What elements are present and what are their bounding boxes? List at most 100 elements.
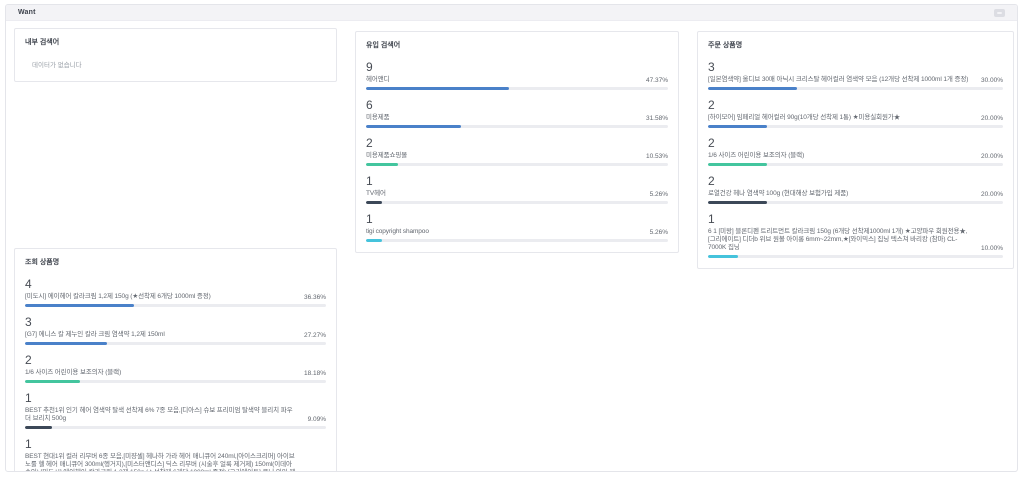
metric-percent: 10.00%	[980, 245, 1003, 252]
metric-percent: 18.18%	[303, 370, 326, 377]
metric-bar-track	[708, 163, 1003, 166]
metric-bar-fill	[708, 87, 797, 90]
metric-row: 2 로열건강 헤나 염색약 100g (현대해상 보험가입 제품) 20.00%	[708, 175, 1003, 204]
metric-count: 1	[25, 391, 32, 405]
metric-count: 1	[708, 212, 715, 226]
metric-row: 4 [미도시] 에이헤어 칼라크림 1,2제 150g (★선착제 6개당 10…	[25, 278, 326, 307]
metric-label: 6 1 [미왕] 블론디펜 트리트먼트 칼라크림 150g (6개당 선착제10…	[708, 228, 968, 251]
metric-percent: 20.00%	[980, 153, 1003, 160]
metric-count: 2	[708, 174, 715, 188]
metric-row: 2 1/6 사이즈 어린이용 보조의자 (블랙) 20.00%	[708, 137, 1003, 166]
metric-percent: 5.26%	[649, 191, 668, 198]
metric-row: 1 TV헤어 5.26%	[366, 175, 668, 204]
metric-percent: 30.00%	[980, 77, 1003, 84]
metric-count: 3	[708, 60, 715, 74]
metric-count: 1	[25, 437, 32, 451]
panel-title: 주문 상품명	[708, 42, 743, 49]
metric-percent: 36.36%	[303, 294, 326, 301]
metric-bar-track	[366, 163, 668, 166]
metric-percent: 10.53%	[645, 153, 668, 160]
metric-percent: 47.37%	[645, 77, 668, 84]
metric-label-row: 미용제품 31.58%	[366, 114, 668, 122]
metric-bar-fill	[25, 380, 80, 383]
metric-label-row: tigi copyright shampoo 5.26%	[366, 228, 668, 236]
metric-label-row: 로열건강 헤나 염색약 100g (현대해상 보험가입 제품) 20.00%	[708, 190, 1003, 198]
metric-list: 9 헤어앤디 47.37% 6 미용제품 31.58% 2 미용제품쇼핑몰 10…	[366, 61, 668, 242]
metric-bar-track	[708, 87, 1003, 90]
metric-label: TV헤어	[366, 190, 386, 197]
metric-label-row: 1/6 사이즈 어린이용 보조의자 (블랙) 18.18%	[25, 369, 326, 377]
metric-label-row: 1/6 사이즈 어린이용 보조의자 (블랙) 20.00%	[708, 152, 1003, 160]
metric-bar-fill	[25, 426, 53, 429]
metric-label: 1/6 사이즈 어린이용 보조의자 (블랙)	[708, 152, 805, 159]
metric-row: 9 헤어앤디 47.37%	[366, 61, 668, 90]
empty-data-message: 데이터가 없습니다	[32, 62, 82, 69]
metric-label: 헤어앤디	[366, 76, 390, 83]
metric-label: 1/6 사이즈 어린이용 보조의자 (블랙)	[25, 369, 122, 376]
metric-row: 3 [G7] 에니스 칼 제누인 칼라 크림 염색약 1,2제 150ml 27…	[25, 316, 326, 345]
metric-label: [일본염색약] 올디브 30매 아닉시 크리스탈 헤어컬러 염색약 모음 (12…	[708, 76, 969, 83]
metric-row: 6 미용제품 31.58%	[366, 99, 668, 128]
metric-bar-track	[366, 239, 668, 242]
collapse-icon[interactable]	[994, 8, 1005, 17]
metric-bar-fill	[366, 201, 382, 204]
metric-count: 6	[366, 98, 373, 112]
metric-bar-fill	[25, 304, 135, 307]
metric-count: 2	[708, 136, 715, 150]
metric-label: 로열건강 헤나 염색약 100g (현대해상 보험가입 제품)	[708, 190, 849, 197]
panel-internal-search: 내부 검색어 데이터가 없습니다	[14, 28, 337, 82]
metric-row: 2 1/6 사이즈 어린이용 보조의자 (블랙) 18.18%	[25, 354, 326, 383]
metric-percent: 5.26%	[649, 229, 668, 236]
metric-bar-track	[25, 342, 326, 345]
metric-count: 3	[25, 315, 32, 329]
metric-bar-fill	[366, 239, 382, 242]
metric-label: BEST 추천1위 인기 헤어 염색약 탈색 선착제 6% 7종 모음,[디아스…	[25, 407, 293, 422]
header-bar: Want	[6, 5, 1017, 21]
metric-bar-fill	[366, 87, 510, 90]
metric-label: BEST 현대1위 컬러 리무버 6종 모음,[미쟝셀] 헤나하 가라 헤어 매…	[25, 453, 295, 471]
metric-label: [미도시] 에이헤어 칼라크림 1,2제 150g (★선착제 6개당 1000…	[25, 293, 211, 300]
metric-label: 미용제품쇼핑몰	[366, 152, 408, 159]
metric-bar-track	[366, 125, 668, 128]
metric-label-row: 헤어앤디 47.37%	[366, 76, 668, 84]
metric-list: 3 [일본염색약] 올디브 30매 아닉시 크리스탈 헤어컬러 염색약 모음 (…	[708, 61, 1003, 258]
metric-percent: 31.58%	[645, 115, 668, 122]
metric-percent: 9.09%	[307, 416, 326, 423]
metric-bar-track	[708, 125, 1003, 128]
metric-bar-fill	[708, 125, 767, 128]
panel-title: 내부 검색어	[25, 39, 60, 46]
metric-bar-fill	[366, 125, 462, 128]
metric-bar-track	[708, 201, 1003, 204]
metric-percent: 20.00%	[980, 115, 1003, 122]
metric-label-row: 미용제품쇼핑몰 10.53%	[366, 152, 668, 160]
metric-count: 2	[25, 353, 32, 367]
metric-label-row: BEST 현대1위 컬러 리무버 6종 모음,[미쟝셀] 헤나하 가라 헤어 매…	[25, 453, 326, 471]
metric-label-row: [일본염색약] 올디브 30매 아닉시 크리스탈 헤어컬러 염색약 모음 (12…	[708, 76, 1003, 84]
metric-bar-track	[25, 426, 326, 429]
metric-row: 1 BEST 추천1위 인기 헤어 염색약 탈색 선착제 6% 7종 모음,[디…	[25, 392, 326, 429]
metric-label-row: [미도시] 에이헤어 칼라크림 1,2제 150g (★선착제 6개당 1000…	[25, 293, 326, 301]
panel-inflow-keywords: 유입 검색어 9 헤어앤디 47.37% 6 미용제품 31.58% 2 미용제…	[355, 31, 679, 253]
metric-count: 1	[366, 212, 373, 226]
metric-count: 9	[366, 60, 373, 74]
metric-bar-fill	[25, 342, 108, 345]
metric-count: 4	[25, 277, 32, 291]
metric-percent: 20.00%	[980, 191, 1003, 198]
metric-row: 1 6 1 [미왕] 블론디펜 트리트먼트 칼라크림 150g (6개당 선착제…	[708, 213, 1003, 258]
metric-label-row: TV헤어 5.26%	[366, 190, 668, 198]
metric-percent: 27.27%	[303, 332, 326, 339]
metric-row: 1 BEST 현대1위 컬러 리무버 6종 모음,[미쟝셀] 헤나하 가라 헤어…	[25, 438, 326, 472]
metric-label-row: BEST 추천1위 인기 헤어 염색약 탈색 선착제 6% 7종 모음,[디아스…	[25, 407, 326, 423]
metric-count: 2	[708, 98, 715, 112]
metric-label: [하이모어] 임페리얼 헤어컬러 90g(10개당 선착제 1통) ★미용실회원…	[708, 114, 901, 121]
metric-bar-fill	[708, 163, 767, 166]
panel-title: 유입 검색어	[366, 42, 401, 49]
metric-bar-fill	[708, 255, 738, 258]
metric-label: [G7] 에니스 칼 제누인 칼라 크림 염색약 1,2제 150ml	[25, 331, 165, 338]
metric-label: 미용제품	[366, 114, 390, 121]
metric-label-row: 6 1 [미왕] 블론디펜 트리트먼트 칼라크림 150g (6개당 선착제10…	[708, 228, 1003, 252]
metric-row: 1 tigi copyright shampoo 5.26%	[366, 213, 668, 242]
dashboard-window: Want 내부 검색어 데이터가 없습니다 유입 검색어 9 헤어앤디 47.3…	[5, 4, 1018, 472]
metric-bar-track	[708, 255, 1003, 258]
metric-label-row: [하이모어] 임페리얼 헤어컬러 90g(10개당 선착제 1통) ★미용실회원…	[708, 114, 1003, 122]
